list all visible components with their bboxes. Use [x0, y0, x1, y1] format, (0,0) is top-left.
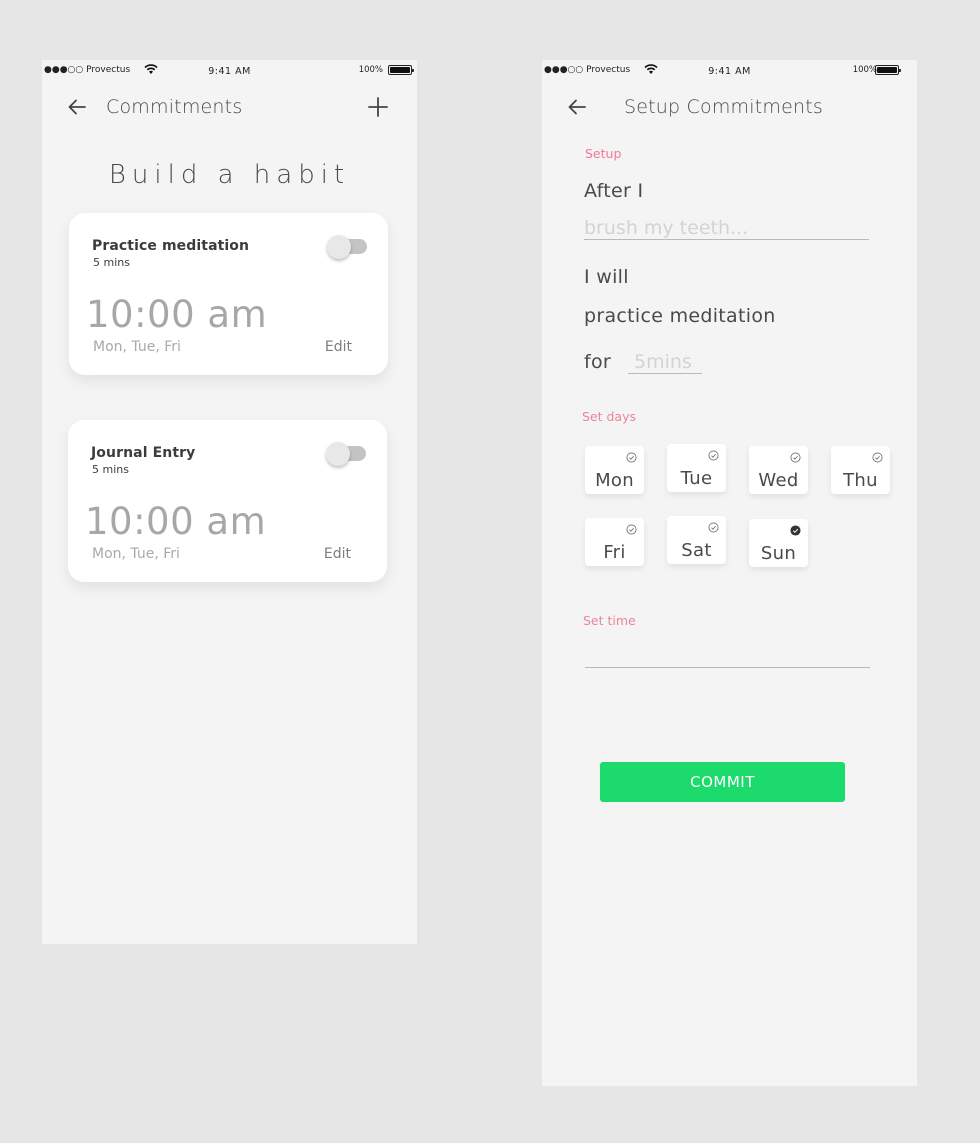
for-label: for — [584, 351, 612, 373]
check-circle-icon — [626, 524, 637, 535]
nav-bar: Commitments — [42, 86, 417, 130]
day-label: Fri — [603, 542, 626, 563]
time-input[interactable] — [585, 640, 870, 668]
habit-days: Mon, Tue, Fri — [92, 546, 180, 562]
after-label: After I — [584, 180, 644, 202]
habit-toggle[interactable] — [326, 442, 366, 466]
check-circle-icon — [708, 450, 719, 461]
battery-percentage: 100% — [852, 65, 877, 75]
edit-button[interactable]: Edit — [324, 546, 351, 562]
check-circle-icon — [708, 522, 719, 533]
check-circle-icon — [626, 452, 637, 463]
page-title: Commitments — [106, 96, 243, 118]
page-title: Setup Commitments — [624, 96, 823, 118]
day-selector-fri[interactable]: Fri — [585, 518, 644, 566]
commit-button[interactable]: COMMIT — [600, 762, 845, 802]
day-label: Sun — [760, 543, 797, 564]
day-selector-thu[interactable]: Thu — [831, 446, 890, 494]
habit-card[interactable]: Practice meditation 5 mins 10:00 am Mon,… — [69, 213, 388, 375]
habit-time: 10:00 am — [86, 293, 268, 336]
day-selector-wed[interactable]: Wed — [749, 446, 808, 494]
check-circle-icon — [872, 452, 883, 463]
back-arrow-icon[interactable] — [566, 96, 588, 118]
setup-section-label: Setup — [585, 146, 622, 161]
day-label: Thu — [843, 470, 878, 491]
habit-duration: 5 mins — [93, 256, 130, 269]
check-circle-filled-icon — [790, 525, 801, 536]
habit-toggle[interactable] — [327, 235, 367, 259]
battery-icon — [875, 65, 901, 75]
day-selector-mon[interactable]: Mon — [585, 446, 644, 494]
day-label: Mon — [595, 470, 634, 491]
back-arrow-icon[interactable] — [66, 96, 88, 118]
habit-card[interactable]: Journal Entry 5 mins 10:00 am Mon, Tue, … — [68, 420, 387, 582]
setup-screen: ●●●○○ Provectus 9:41 AM 100% Setup Commi… — [542, 60, 917, 1086]
battery-icon — [388, 65, 414, 75]
check-circle-icon — [790, 452, 801, 463]
commitments-screen: ●●●○○ Provectus 9:41 AM 100% Commitments… — [42, 60, 417, 944]
time-section-label: Set time — [583, 613, 636, 628]
habit-days: Mon, Tue, Fri — [93, 339, 181, 355]
day-selector-sun[interactable]: Sun — [749, 519, 808, 567]
battery-percentage: 100% — [358, 65, 383, 75]
edit-button[interactable]: Edit — [325, 339, 352, 355]
will-label: I will — [584, 266, 629, 288]
day-label: Tue — [680, 468, 713, 489]
trigger-input[interactable] — [584, 216, 869, 240]
status-bar: ●●●○○ Provectus 9:41 AM 100% — [42, 60, 417, 80]
status-bar: ●●●○○ Provectus 9:41 AM 100% — [542, 60, 917, 80]
habit-text: practice meditation — [584, 305, 776, 327]
day-selector-sat[interactable]: Sat — [667, 516, 726, 564]
nav-bar: Setup Commitments — [542, 86, 917, 130]
duration-input[interactable] — [628, 350, 702, 374]
day-label: Wed — [758, 470, 799, 491]
habit-name: Journal Entry — [91, 445, 196, 461]
habit-name: Practice meditation — [92, 238, 250, 254]
days-section-label: Set days — [582, 409, 637, 424]
day-label: Sat — [681, 540, 712, 561]
habit-duration: 5 mins — [92, 463, 129, 476]
headline: Build a habit — [108, 160, 351, 190]
habit-time: 10:00 am — [85, 500, 267, 543]
day-selector-tue[interactable]: Tue — [667, 444, 726, 492]
plus-icon[interactable] — [367, 96, 389, 118]
